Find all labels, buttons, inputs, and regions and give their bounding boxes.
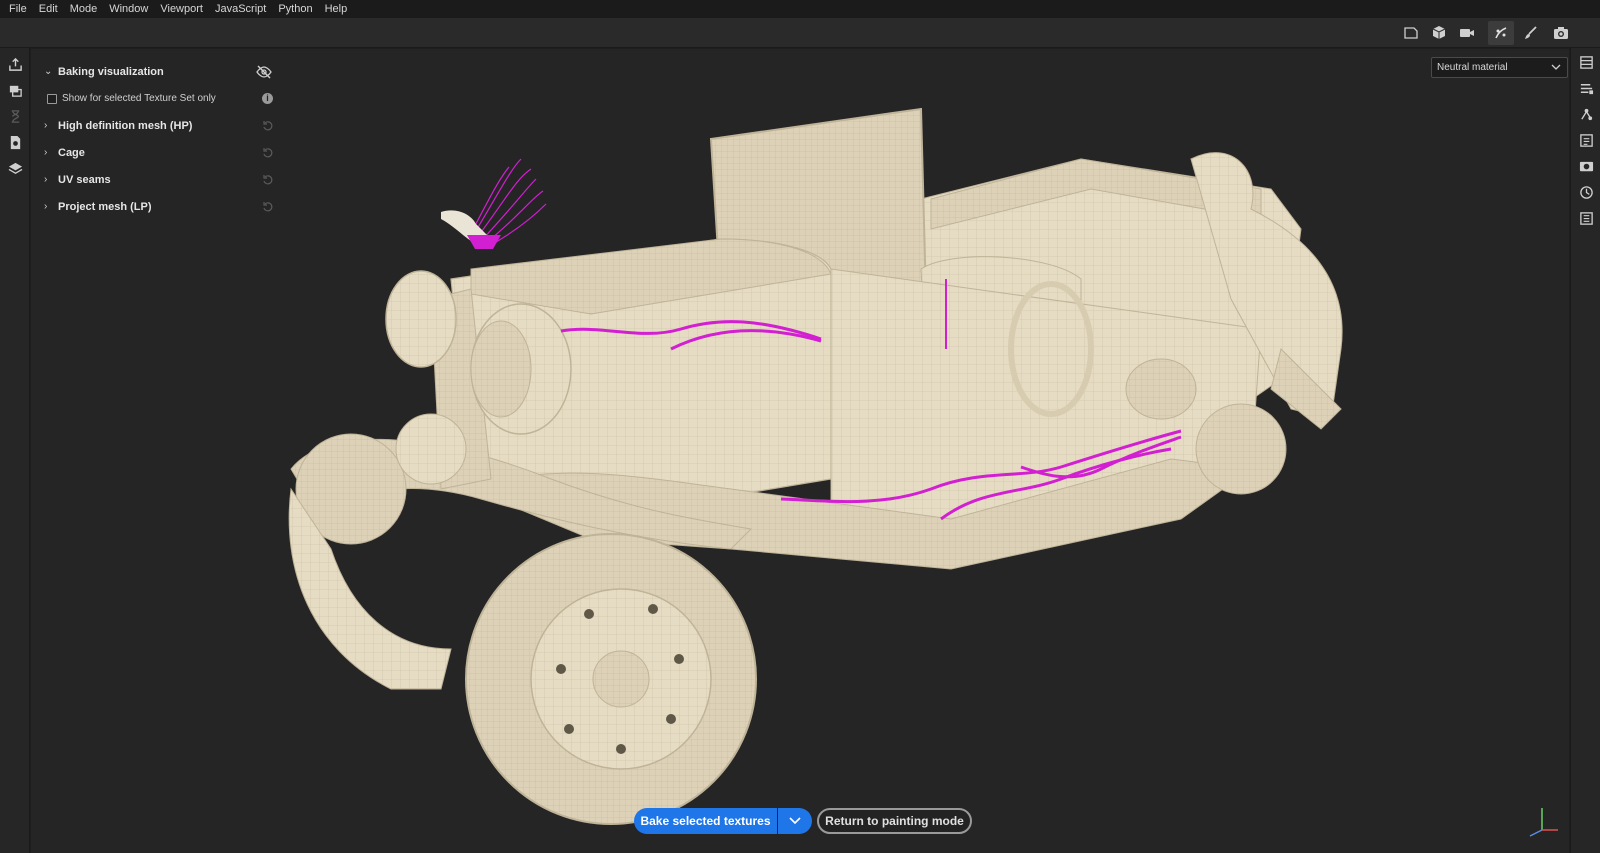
menu-javascript[interactable]: JavaScript <box>212 0 275 18</box>
menu-python[interactable]: Python <box>275 0 321 18</box>
top-toolbar <box>0 18 1600 48</box>
left-icon-strip <box>0 48 30 853</box>
hidden-eye-icon[interactable] <box>256 65 272 79</box>
chevron-right-icon: › <box>44 201 48 212</box>
menu-help[interactable]: Help <box>322 0 357 18</box>
chevron-right-icon: › <box>44 120 48 131</box>
show-selected-only-checkbox[interactable] <box>47 93 57 104</box>
layers-icon[interactable] <box>1578 54 1594 70</box>
axis-gizmo-icon <box>1529 808 1558 837</box>
document-settings-icon[interactable] <box>7 134 23 150</box>
chevron-down-icon <box>1551 64 1561 70</box>
chevron-down-icon <box>789 817 801 825</box>
baking-visualization-header[interactable]: ⌄ Baking visualization <box>36 58 286 85</box>
menu-viewport[interactable]: Viewport <box>157 0 212 18</box>
screenshot-camera-icon[interactable] <box>1548 21 1574 45</box>
section-label: High definition mesh (HP) <box>58 119 193 132</box>
reset-icon[interactable] <box>262 174 274 186</box>
reset-icon[interactable] <box>262 147 274 159</box>
log-icon[interactable] <box>1578 210 1594 226</box>
cube-icon[interactable] <box>1426 21 1452 45</box>
show-selected-only-row: Show for selected Texture Set only i <box>36 85 286 112</box>
menu-bar: File Edit Mode Window Viewport JavaScrip… <box>0 0 1600 18</box>
material-dropdown[interactable]: Neutral material <box>1431 57 1568 78</box>
section-uv-seams[interactable]: › UV seams <box>36 166 286 193</box>
chevron-right-icon: › <box>44 174 48 185</box>
baking-visualization-panel: ⌄ Baking visualization Show for selected… <box>36 58 286 220</box>
menu-window[interactable]: Window <box>106 0 157 18</box>
layers-stack-icon[interactable] <box>7 160 23 176</box>
properties-icon[interactable] <box>1578 80 1594 96</box>
section-label: Project mesh (LP) <box>58 200 152 213</box>
reset-icon[interactable] <box>262 201 274 213</box>
section-label: UV seams <box>58 173 111 186</box>
hourglass-icon[interactable] <box>7 108 23 124</box>
chevron-down-icon: ⌄ <box>44 66 53 77</box>
bake-mode-icon[interactable] <box>1488 21 1514 45</box>
menu-edit[interactable]: Edit <box>36 0 67 18</box>
paint-brush-icon[interactable] <box>1518 21 1544 45</box>
display-settings-icon[interactable] <box>1578 158 1594 174</box>
right-icon-strip <box>1570 48 1600 853</box>
section-hp-mesh[interactable]: › High definition mesh (HP) <box>36 112 286 139</box>
bake-selected-textures-button[interactable]: Bake selected textures <box>634 808 777 834</box>
texture-set-list-icon[interactable] <box>1578 132 1594 148</box>
show-selected-only-label: Show for selected Texture Set only <box>62 93 216 104</box>
chevron-right-icon: › <box>44 147 48 158</box>
section-project-mesh[interactable]: › Project mesh (LP) <box>36 193 286 220</box>
material-dropdown-value: Neutral material <box>1437 62 1508 73</box>
shelf-icon[interactable] <box>1578 106 1594 122</box>
return-to-painting-mode-button[interactable]: Return to painting mode <box>817 808 972 834</box>
texture-sets-icon[interactable] <box>7 82 23 98</box>
bake-options-dropdown-button[interactable] <box>778 808 812 834</box>
info-icon[interactable]: i <box>262 93 273 104</box>
menu-file[interactable]: File <box>6 0 36 18</box>
menu-mode[interactable]: Mode <box>67 0 107 18</box>
camera-video-icon[interactable] <box>1454 21 1480 45</box>
export-icon[interactable] <box>7 56 23 72</box>
baking-visualization-title: Baking visualization <box>58 65 164 78</box>
history-icon[interactable] <box>1578 184 1594 200</box>
reset-icon[interactable] <box>262 120 274 132</box>
section-label: Cage <box>58 146 85 159</box>
frame-icon[interactable] <box>1398 21 1424 45</box>
section-cage[interactable]: › Cage <box>36 139 286 166</box>
